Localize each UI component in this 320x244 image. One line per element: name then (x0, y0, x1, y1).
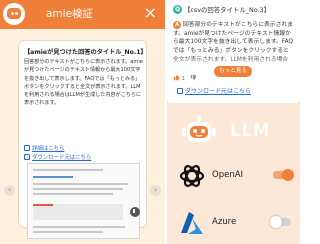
answer-badge: A (173, 21, 181, 29)
provider-name: Azure (212, 217, 237, 227)
answer-bubble: 【amieが見つけた回答のタイトル_No.1】 回答部分のテキストがこちらに表示… (18, 40, 147, 239)
carousel-prev-button[interactable]: ‹ (4, 185, 15, 196)
download-link[interactable]: ダウンロード元はこちら (24, 153, 91, 161)
close-button[interactable]: × (144, 3, 157, 22)
llm-label: LLM (230, 121, 271, 141)
robot-avatar-icon (3, 3, 25, 25)
chat-widget-panel: amie検証 × ‹ › 【amieが見つけた回答のタイトル_No.1】 回答部… (0, 0, 165, 244)
question-title: 【csvの回答タイトル_No.3】 (184, 6, 271, 14)
answer-body: 回答部分のテキストがこちらに表示されます。amieが見つけたページのテキスト情報… (24, 59, 143, 107)
settings-panel: Q 【csvの回答タイトル_No.3】 回答部分のテキストがこちらに表示されます… (167, 0, 300, 244)
question-badge: Q (173, 5, 182, 14)
download-icon (24, 154, 30, 160)
like-count: 1 (181, 76, 185, 82)
chat-header: amie検証 × (0, 0, 165, 29)
detail-link[interactable]: 詳細はこちら (24, 144, 64, 152)
answer-title: 【amieが見つけた回答のタイトル_No.1】 (24, 49, 147, 56)
download-link-label: ダウンロード元はこちら (185, 88, 252, 95)
azure-toggle[interactable] (270, 216, 291, 228)
openai-logo-icon (179, 165, 205, 187)
carousel-next-button[interactable]: › (150, 185, 161, 196)
external-link-icon (24, 145, 30, 151)
download-link-label: ダウンロード元はこちら (32, 155, 92, 161)
download-icon[interactable] (130, 207, 140, 217)
download-link[interactable]: ダウンロード元はこちら (177, 86, 251, 95)
download-icon (177, 88, 183, 94)
provider-row-azure: Azure (172, 203, 297, 243)
feedback-row: 1 (173, 74, 197, 82)
provider-name: OpenAI (212, 170, 244, 180)
more-button[interactable]: もっと見る (214, 66, 252, 77)
thumbs-down-icon[interactable] (190, 74, 197, 81)
openai-toggle[interactable] (273, 169, 294, 181)
detail-link-label: 詳細はこちら (32, 146, 65, 152)
faq-card: Q 【csvの回答タイトル_No.3】 回答部分のテキストがこちらに表示されます… (167, 0, 300, 103)
chat-title: amie検証 (46, 8, 94, 20)
thumbs-up-icon[interactable] (173, 74, 180, 81)
robot-icon (182, 116, 216, 142)
page-thumbnail[interactable] (27, 163, 140, 239)
provider-row-openai: OpenAI (172, 156, 297, 196)
azure-logo-icon (181, 212, 203, 234)
